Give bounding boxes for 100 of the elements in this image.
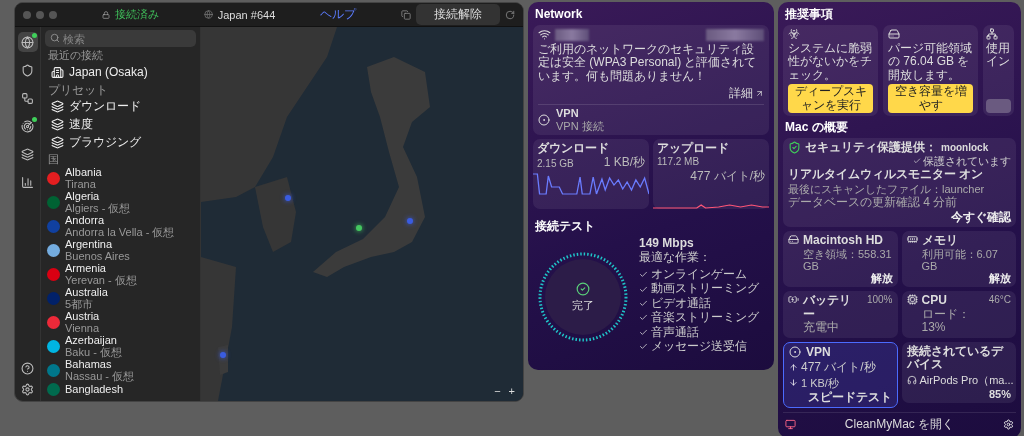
layers-icon [21, 147, 34, 161]
preset-item[interactable]: ダウンロード [45, 97, 196, 115]
activity-item: オンラインゲーム [651, 267, 747, 282]
check-icon [913, 157, 921, 166]
tile-detail: ロード：13% [921, 307, 971, 335]
speed-result: 149 Mbps [639, 237, 695, 251]
country-item[interactable]: Australia 5都市 [45, 286, 196, 310]
tile-title: バッテリー [803, 294, 852, 321]
details-link[interactable]: 詳細 [729, 85, 764, 103]
shield-check-icon [788, 140, 801, 154]
layers-icon [51, 135, 64, 149]
preset-item[interactable]: ブラウジング [45, 133, 196, 151]
activity-item: 音声通話 [651, 325, 699, 340]
tile-title: CPU [921, 294, 948, 308]
activity-item: メッセージ送受信 [651, 340, 747, 354]
arrow-up-right-icon [755, 89, 764, 99]
copy-icon [401, 9, 411, 20]
action-button[interactable]: ディープスキャンを実行 [788, 84, 873, 113]
open-app-button[interactable]: CleanMyMac を開く [844, 416, 955, 434]
tile-title: メモリ [921, 234, 959, 248]
earbuds-icon [906, 374, 917, 385]
settings-icon [1003, 419, 1014, 431]
lock-icon [101, 10, 110, 19]
check-now-button[interactable]: 今すぐ確認 [951, 210, 1011, 225]
settings-icon [21, 383, 34, 396]
recommendation-text: パージ可能領域の 76.04 GB を開放します。 [888, 42, 973, 83]
nodes-icon [21, 91, 34, 105]
device-battery: 85% [988, 387, 1011, 401]
vpn-title: VPN [556, 107, 580, 120]
activity-item: ビデオ通話 [651, 296, 711, 311]
tile-value: 100% [866, 294, 893, 306]
upload-total: 117.2 MB [657, 156, 700, 168]
drive-icon [888, 28, 900, 40]
shield-icon [21, 63, 34, 77]
radar-icon [21, 119, 34, 133]
globe-icon [203, 10, 213, 19]
rail-tab[interactable] [17, 32, 38, 52]
search-icon [50, 33, 60, 43]
location-pin[interactable] [355, 225, 362, 232]
test-status: 完了 [572, 299, 594, 312]
section-heading: プリセット [48, 83, 109, 97]
brand-logo: moonlock [941, 141, 989, 153]
action-button[interactable]: 空き容量を増やす [888, 84, 973, 113]
preset-item[interactable]: 速度 [45, 115, 196, 133]
country-item[interactable]: Albania Tirana [45, 166, 196, 190]
cpu-icon [906, 294, 918, 306]
download-total: 2.15 GB [537, 157, 574, 169]
tile-detail: 空き領域：558.31 GB [803, 247, 893, 273]
country-item[interactable]: Azerbaijan Baku - 仮想 [45, 334, 196, 358]
section-heading: 最近の接続 [48, 48, 104, 62]
vpn-tile[interactable]: VPN 477 バイト/秒 1 KB/秒 スピードテスト [783, 341, 898, 409]
bar-chart-icon [21, 175, 34, 189]
monitor-icon [785, 419, 796, 431]
country-item[interactable]: Andorra Andorra la Vella - 仮想 [45, 214, 196, 238]
best-for-label: 最適な作業： [639, 251, 712, 265]
arrow-down-icon [789, 378, 798, 388]
zoom-out-button[interactable]: − [492, 385, 503, 397]
country-item[interactable]: Bahamas Nassau - 仮想 [45, 358, 196, 382]
section-title: 接続テスト [535, 219, 596, 233]
panel-title: 推奨事項 [785, 7, 834, 21]
pixelated-address [706, 28, 764, 41]
security-message: ご利用のネットワークのセキュリティ設定は安全 (WPA3 Personal) と評価されています。何も問題ありません！ [538, 43, 758, 84]
memory-icon [906, 234, 918, 246]
recent-item[interactable]: Japan (Osaka) [45, 62, 196, 82]
country-item[interactable]: Algeria Algiers - 仮想 [45, 190, 196, 214]
recommendation-text: システムに脆弱性がないかをチェック。 [788, 42, 873, 83]
country-item[interactable]: Armenia Yerevan - 仮想 [45, 262, 196, 286]
devices-title: 接続されているデバイス [906, 344, 1005, 372]
tile-detail: 利用可能：6.07 GB [921, 247, 999, 273]
upload-title: アップロード [657, 141, 730, 156]
search-field[interactable]: 検索 [45, 30, 196, 47]
section-title: Mac の概要 [785, 119, 849, 134]
wifi-icon [538, 28, 551, 41]
building-icon [51, 65, 64, 79]
last-scan-text: 最後にスキャンしたファイル：launcher [788, 182, 986, 195]
vpn-icon [538, 113, 550, 126]
globe-icon [21, 35, 34, 49]
help-link[interactable]: ヘルプ [320, 6, 357, 23]
device-name: AirPods Pro（ma... [919, 373, 1014, 386]
panel-title: Network [535, 7, 584, 21]
arrow-up-icon [789, 363, 798, 373]
tile-title: Macintosh HD [803, 234, 884, 248]
section-heading: 国 [48, 152, 60, 166]
connection-status: 接続済み [114, 7, 159, 22]
activity-item: 動画ストリーミング [651, 282, 759, 296]
country-item[interactable]: Austria Vienna [45, 310, 196, 334]
download-rate: 1 KB/秒 [603, 156, 645, 170]
country-item[interactable]: Bangladesh [45, 382, 196, 396]
free-up-button[interactable]: 解放 [989, 272, 1011, 285]
free-up-button[interactable]: 解放 [870, 272, 893, 285]
zoom-in-button[interactable]: + [506, 385, 517, 397]
pixelated-network-name [555, 28, 589, 41]
tile-value: 46°C [988, 294, 1011, 306]
database-check-text: データベースの更新確認 4 分前 [788, 196, 958, 210]
refresh-icon [505, 9, 515, 20]
protection-label: セキュリティ保護提供： [805, 140, 937, 155]
country-item[interactable]: Argentina Buenos Aires [45, 238, 196, 262]
disconnect-button[interactable]: 接続解除 [416, 4, 500, 25]
vpn-icon [789, 346, 801, 359]
protection-status: 保護されています [923, 155, 1011, 168]
